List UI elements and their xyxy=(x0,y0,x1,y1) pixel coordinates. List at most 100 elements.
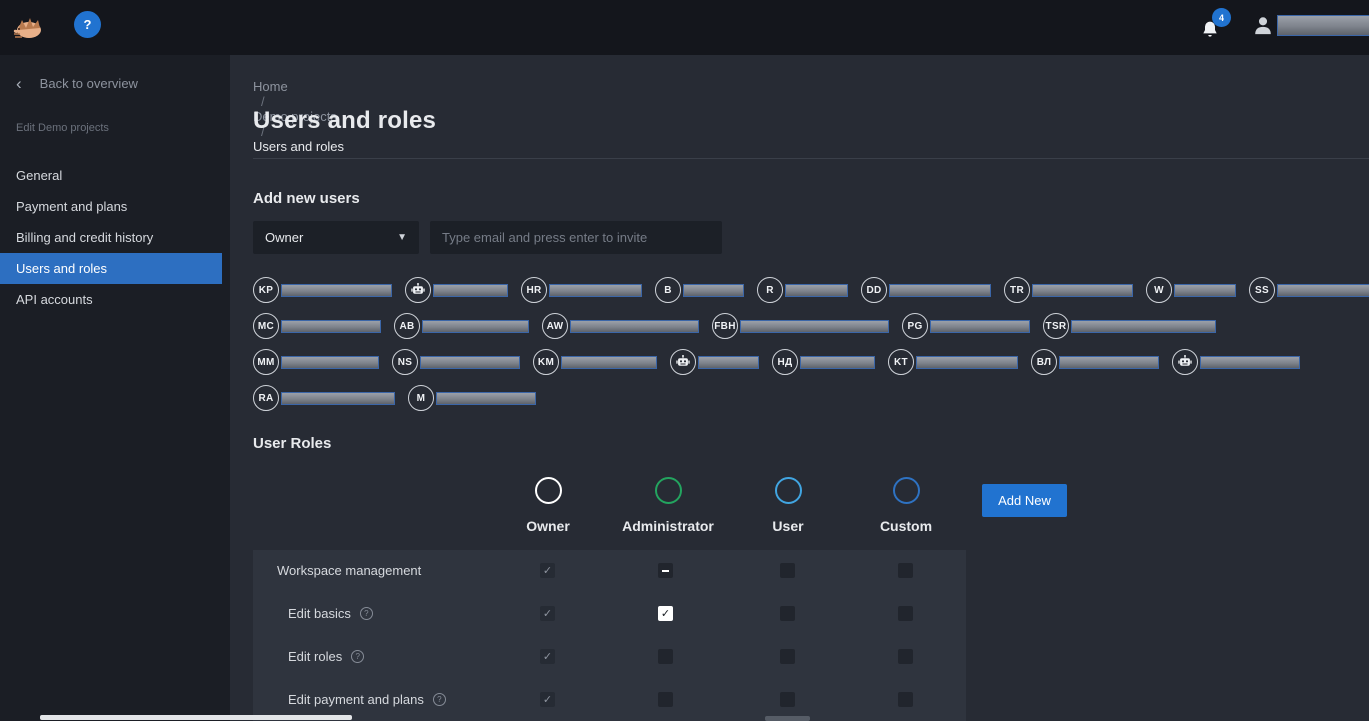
user-chip[interactable]: PG xyxy=(902,313,1030,339)
permission-row: Edit basics? ✓ ✓ xyxy=(253,593,966,636)
help-tooltip-icon[interactable]: ? xyxy=(433,693,446,706)
checkbox-user[interactable] xyxy=(780,649,795,664)
user-row: MM NS KM НД KT ВЛ xyxy=(253,344,1363,380)
redacted-name-bar xyxy=(570,320,699,333)
help-button[interactable]: ? xyxy=(74,11,101,38)
user-chip-bot[interactable] xyxy=(405,277,508,303)
page-title: Users and roles xyxy=(253,107,436,135)
checkbox-administrator[interactable] xyxy=(658,692,673,707)
horizontal-scrollbar-thumb[interactable] xyxy=(40,715,352,720)
checkbox-owner[interactable]: ✓ xyxy=(540,563,555,578)
user-chip[interactable]: NS xyxy=(392,349,520,375)
redacted-name-bar xyxy=(1071,320,1216,333)
checkbox-owner[interactable]: ✓ xyxy=(540,692,555,707)
sidebar-item-general[interactable]: General xyxy=(0,160,222,191)
permission-label-text: Edit roles xyxy=(288,649,342,664)
redacted-name-bar xyxy=(281,320,381,333)
checkbox-custom[interactable] xyxy=(898,692,913,707)
sidebar: ‹ Back to overview Edit Demo projects Ge… xyxy=(0,55,230,721)
role-label: Owner xyxy=(478,518,618,534)
redacted-name-bar xyxy=(698,356,759,369)
role-select[interactable]: Owner ▼ xyxy=(253,221,419,254)
checkbox-user[interactable] xyxy=(780,692,795,707)
add-new-role-button[interactable]: Add New xyxy=(982,484,1067,517)
user-chip[interactable]: HR xyxy=(521,277,642,303)
user-chip[interactable]: FBH xyxy=(712,313,889,339)
permission-row: Workspace management✓ xyxy=(253,550,966,593)
checkbox-owner[interactable]: ✓ xyxy=(540,606,555,621)
user-chip[interactable]: B xyxy=(655,277,744,303)
user-avatar: DD xyxy=(861,277,887,303)
redacted-name-bar xyxy=(1277,284,1369,297)
user-chip[interactable]: TSR xyxy=(1043,313,1216,339)
user-chip[interactable]: RA xyxy=(253,385,395,411)
breadcrumb-item[interactable]: Home xyxy=(253,79,344,94)
checkbox-custom[interactable] xyxy=(898,649,913,664)
checkbox-user[interactable] xyxy=(780,606,795,621)
help-tooltip-icon[interactable]: ? xyxy=(351,650,364,663)
user-avatar: M xyxy=(408,385,434,411)
permission-label: Edit basics? xyxy=(288,606,373,621)
notifications-button[interactable]: 4 xyxy=(1200,12,1234,46)
checkbox-administrator[interactable] xyxy=(658,649,673,664)
user-chip[interactable]: MC xyxy=(253,313,381,339)
hedgehog-logo[interactable] xyxy=(12,12,44,42)
sidebar-item-billing-and-credit-history[interactable]: Billing and credit history xyxy=(0,222,222,253)
table-scrollbar-thumb[interactable] xyxy=(765,716,810,721)
redacted-name-bar xyxy=(549,284,642,297)
checkbox-custom[interactable] xyxy=(898,606,913,621)
redacted-name-bar xyxy=(281,284,392,297)
user-chip[interactable]: KT xyxy=(888,349,1018,375)
checkbox-owner[interactable]: ✓ xyxy=(540,649,555,664)
checkbox-administrator[interactable] xyxy=(658,563,673,578)
user-chip[interactable]: W xyxy=(1146,277,1236,303)
user-chip-bot[interactable] xyxy=(1172,349,1300,375)
back-to-overview[interactable]: ‹ Back to overview xyxy=(0,55,230,92)
user-chip[interactable]: KP xyxy=(253,277,392,303)
user-chip[interactable]: MM xyxy=(253,349,379,375)
redacted-name-bar xyxy=(1059,356,1159,369)
role-circle-icon[interactable] xyxy=(655,477,682,504)
user-chip[interactable]: M xyxy=(408,385,536,411)
help-tooltip-icon[interactable]: ? xyxy=(360,607,373,620)
checkbox-administrator[interactable]: ✓ xyxy=(658,606,673,621)
checkbox-custom[interactable] xyxy=(898,563,913,578)
user-row: RA M xyxy=(253,380,1363,416)
sidebar-item-payment-and-plans[interactable]: Payment and plans xyxy=(0,191,222,222)
role-circle-icon[interactable] xyxy=(535,477,562,504)
sidebar-item-users-and-roles[interactable]: Users and roles xyxy=(0,253,222,284)
user-row: MC AB AW FBH PG TSR xyxy=(253,308,1363,344)
notification-badge: 4 xyxy=(1212,8,1231,27)
user-chip[interactable]: TR xyxy=(1004,277,1133,303)
permission-label-text: Edit basics xyxy=(288,606,351,621)
user-avatar: R xyxy=(757,277,783,303)
user-chip[interactable]: DD xyxy=(861,277,991,303)
checkbox-user[interactable] xyxy=(780,563,795,578)
topbar: ? 4 xyxy=(0,0,1369,55)
account-menu[interactable] xyxy=(1252,13,1369,37)
user-avatar: AW xyxy=(542,313,568,339)
user-chip[interactable]: R xyxy=(757,277,848,303)
user-chip-bot[interactable] xyxy=(670,349,759,375)
role-circle-icon[interactable] xyxy=(775,477,802,504)
redacted-name-bar xyxy=(436,392,536,405)
user-chip[interactable]: НД xyxy=(772,349,875,375)
role-circle-icon[interactable] xyxy=(893,477,920,504)
user-chip[interactable]: AB xyxy=(394,313,529,339)
redacted-name-bar xyxy=(561,356,657,369)
sidebar-item-api-accounts[interactable]: API accounts xyxy=(0,284,222,315)
sidebar-section-label: Edit Demo projects xyxy=(0,92,230,134)
sidebar-menu: GeneralPayment and plansBilling and cred… xyxy=(0,160,230,315)
add-users-heading: Add new users xyxy=(253,190,360,207)
user-avatar: FBH xyxy=(712,313,738,339)
user-chip[interactable]: AW xyxy=(542,313,699,339)
redacted-name-bar xyxy=(930,320,1030,333)
email-invite-input[interactable] xyxy=(430,221,722,254)
redacted-name-bar xyxy=(1174,284,1236,297)
user-chip[interactable]: KM xyxy=(533,349,657,375)
person-icon xyxy=(1252,13,1274,37)
user-chip[interactable]: ВЛ xyxy=(1031,349,1159,375)
redacted-name-bar xyxy=(889,284,991,297)
user-avatar: SS xyxy=(1249,277,1275,303)
user-chip[interactable]: SS xyxy=(1249,277,1369,303)
